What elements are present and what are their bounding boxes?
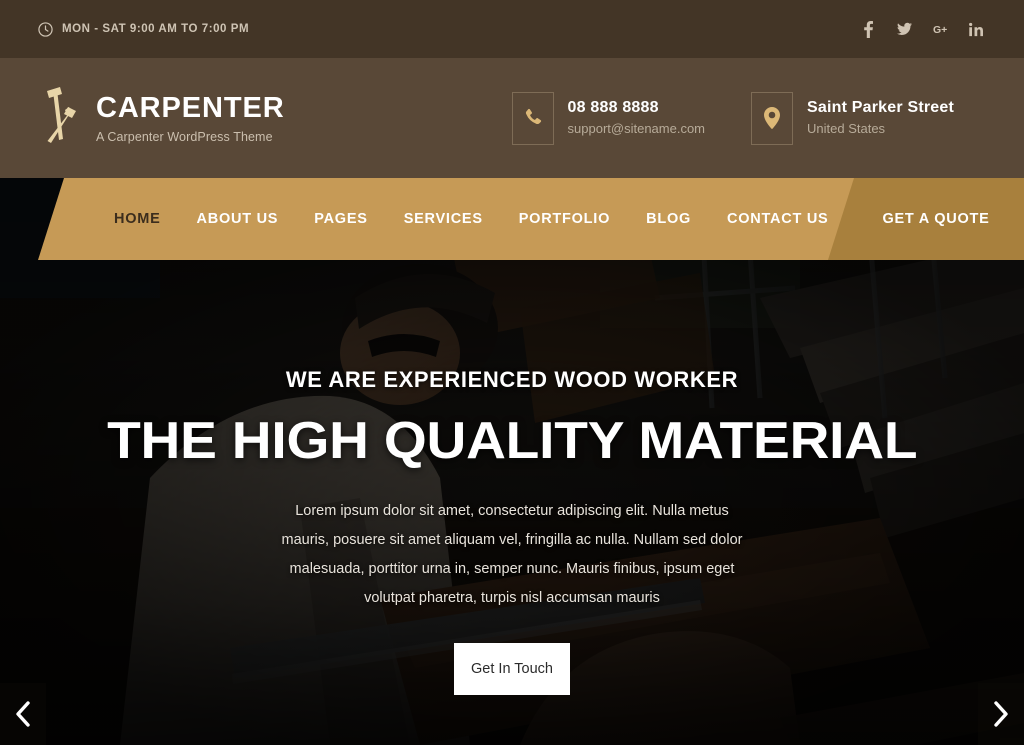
- nav-bar: HOME ABOUT US PAGES SERVICES PORTFOLIO B…: [38, 178, 858, 260]
- clock-icon: [38, 21, 53, 37]
- brand-logo[interactable]: CARPENTER A Carpenter WordPress Theme: [38, 83, 285, 153]
- nav-list: HOME ABOUT US PAGES SERVICES PORTFOLIO B…: [96, 211, 846, 227]
- main-navigation: HOME ABOUT US PAGES SERVICES PORTFOLIO B…: [0, 178, 1024, 264]
- google-plus-icon[interactable]: G+: [933, 21, 948, 38]
- map-marker-icon: [751, 91, 794, 145]
- opening-hours-text: MON - SAT 9:00 AM TO 7:00 PM: [62, 23, 250, 35]
- hero-paragraph: Lorem ipsum dolor sit amet, consectetur …: [281, 502, 743, 606]
- nav-item-blog[interactable]: BLOG: [628, 211, 709, 227]
- svg-text:G+: G+: [933, 24, 947, 36]
- social-links: G+: [861, 20, 984, 38]
- brand-title: CARPENTER: [96, 92, 285, 124]
- nav-item-services[interactable]: SERVICES: [386, 211, 501, 227]
- header-contacts: 08 888 8888 support@sitename.com Saint P…: [511, 91, 984, 145]
- slider-prev-button[interactable]: [0, 683, 46, 745]
- contact-country: United States: [807, 121, 886, 137]
- chevron-left-icon: [15, 701, 31, 727]
- hero-kicker: WE ARE EXPERIENCED WOOD WORKER: [285, 367, 739, 392]
- phone-icon: [511, 91, 554, 145]
- contact-address[interactable]: Saint Parker Street United States: [751, 91, 954, 145]
- get-a-quote-button[interactable]: GET A QUOTE: [828, 178, 1024, 260]
- opening-hours: MON - SAT 9:00 AM TO 7:00 PM: [38, 21, 250, 37]
- contact-street: Saint Parker Street: [807, 99, 954, 117]
- linkedin-icon[interactable]: [969, 21, 984, 38]
- contact-phone-text: 08 888 8888 support@sitename.com: [568, 98, 705, 137]
- get-a-quote-label: GET A QUOTE: [882, 211, 990, 227]
- twitter-icon[interactable]: [897, 21, 912, 38]
- facebook-icon[interactable]: [861, 20, 876, 38]
- contact-phone[interactable]: 08 888 8888 support@sitename.com: [511, 91, 705, 145]
- get-in-touch-button[interactable]: Get In Touch: [454, 642, 570, 695]
- brand-subtitle: A Carpenter WordPress Theme: [96, 130, 273, 144]
- page-root: MON - SAT 9:00 AM TO 7:00 PM G+ CARPENTE…: [0, 0, 1024, 745]
- nav-item-about-us[interactable]: ABOUT US: [179, 211, 297, 227]
- top-bar: MON - SAT 9:00 AM TO 7:00 PM G+: [0, 0, 1024, 58]
- site-header: CARPENTER A Carpenter WordPress Theme 08…: [0, 58, 1024, 178]
- nav-item-portfolio[interactable]: PORTFOLIO: [501, 211, 628, 227]
- chevron-right-icon: [993, 701, 1009, 727]
- brand-text: CARPENTER A Carpenter WordPress Theme: [96, 92, 285, 145]
- hammer-tools-icon: [38, 83, 84, 153]
- nav-item-pages[interactable]: PAGES: [296, 211, 385, 227]
- contact-email: support@sitename.com: [567, 121, 706, 137]
- contact-address-text: Saint Parker Street United States: [807, 98, 954, 137]
- hero-title: THE HIGH QUALITY MATERIAL: [106, 412, 918, 470]
- nav-item-home[interactable]: HOME: [96, 211, 179, 227]
- contact-phone-number: 08 888 8888: [567, 99, 659, 117]
- slider-next-button[interactable]: [978, 683, 1024, 745]
- nav-item-contact-us[interactable]: CONTACT US: [709, 211, 846, 227]
